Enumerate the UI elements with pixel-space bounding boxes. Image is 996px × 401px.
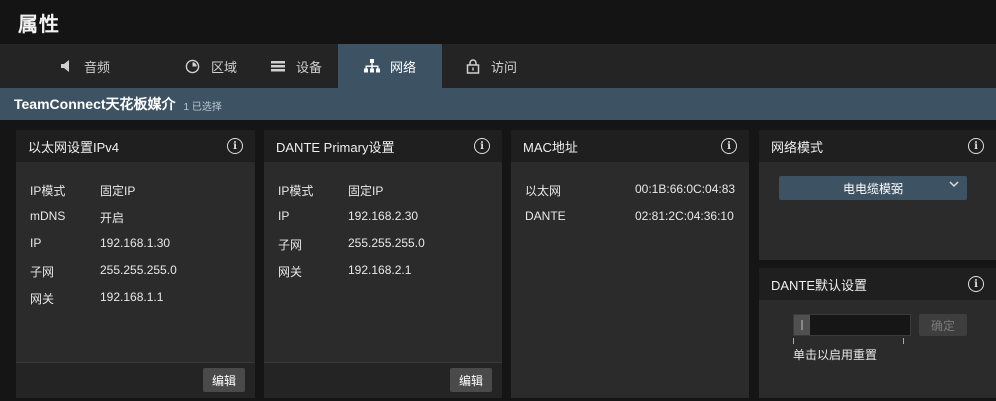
speaker-icon [58,58,74,74]
reset-hint: 单击以启用重置 [793,348,878,362]
row-key: 子网 [278,238,303,252]
row-value: 192.168.2.30 [348,209,419,223]
slider-handle[interactable] [794,315,810,335]
row-value: 192.168.1.30 [100,236,171,250]
row-key: mDNS [30,209,66,223]
row-value: 固定IP [348,184,384,198]
title-bar: 属性 [0,0,996,44]
panel-footer: 编辑 [264,362,502,398]
tab-audio[interactable]: 音频 [0,44,168,88]
tab-zone-label: 区域 [210,59,237,75]
row-key: 网关 [30,292,55,306]
row-value: 02:81:2C:04:36:10 [635,209,734,223]
zone-dial-icon [185,58,201,74]
panel-title: MAC地址 [523,139,578,155]
edit-button[interactable]: 编辑 [450,368,492,392]
selection-count: 1 已选择 [183,101,222,113]
tab-access[interactable]: 访问 [442,44,540,88]
network-icon [363,58,380,74]
info-icon[interactable]: i [968,138,984,154]
reset-slider[interactable] [793,314,911,336]
panel-title: 以太网设置IPv4 [28,139,120,155]
dante-default-panel: DANTE默认设置 i 确定 单击以启用重置 [759,268,996,398]
row-key: 网关 [278,265,303,279]
row-key: IP模式 [30,184,66,198]
panel-title: DANTE默认设置 [771,277,868,293]
row-key: IP [278,209,290,223]
tab-devices[interactable]: 设备 [254,44,338,88]
panel-header: 以太网设置IPv4 i [16,130,255,162]
panel-header: MAC地址 i [511,130,749,162]
info-icon[interactable]: i [721,138,737,154]
panel-footer: 编辑 [16,362,255,398]
mac-address-panel: MAC地址 i 以太网 00:1B:66:0C:04:83 DANTE 02:8… [511,130,749,398]
row-value: 固定IP [100,184,136,198]
network-mode-panel: 网络模式 i 电电缆模弼 [759,130,996,260]
panel-header: DANTE Primary设置 i [264,130,502,162]
device-bar: TeamConnect天花板媒介 1 已选择 [0,88,996,120]
row-value: 开启 [100,211,125,225]
tab-access-label: 访问 [490,59,517,75]
row-value: 192.168.1.1 [100,290,164,304]
panel-title: 网络模式 [771,139,824,155]
select-value: 电电缆模弼 [842,181,903,196]
confirm-button[interactable]: 确定 [919,314,967,336]
tab-zone[interactable]: 区域 [168,44,254,88]
ethernet-settings-panel: 以太网设置IPv4 i IP模式 固定IP mDNS 开启 IP 192.168… [16,130,255,398]
row-key: IP模式 [278,184,314,198]
row-value: 255.255.255.0 [348,236,425,250]
row-key: IP [30,236,42,250]
dante-primary-panel: DANTE Primary设置 i IP模式 固定IP IP 192.168.2… [264,130,502,398]
tab-bar: 音频 区域 设备 网络 访问 [0,44,996,88]
tab-network-label: 网络 [389,59,416,75]
panel-header: 网络模式 i [759,130,996,162]
panel-header: DANTE默认设置 i [759,268,996,300]
network-mode-select[interactable]: 电电缆模弼 [779,176,967,200]
info-icon[interactable]: i [227,138,243,154]
row-key: 子网 [30,265,55,279]
edit-button[interactable]: 编辑 [203,368,245,392]
row-value: 192.168.2.1 [348,263,412,277]
row-key: 以太网 [525,184,562,198]
tab-audio-label: 音频 [83,59,110,75]
device-name: TeamConnect天花板媒介 [14,96,176,112]
panel-title: DANTE Primary设置 [276,139,395,155]
info-icon[interactable]: i [968,276,984,292]
device-list-icon [270,58,286,74]
window-title: 属性 [18,14,60,36]
chevron-down-icon [949,179,959,192]
info-icon[interactable]: i [474,138,490,154]
row-key: DANTE [525,209,566,223]
slider-ticks [793,338,911,346]
tab-devices-label: 设备 [295,59,322,75]
tab-network[interactable]: 网络 [338,44,442,88]
row-value: 00:1B:66:0C:04:83 [635,182,736,196]
lock-icon [465,58,481,74]
row-value: 255.255.255.0 [100,263,177,277]
